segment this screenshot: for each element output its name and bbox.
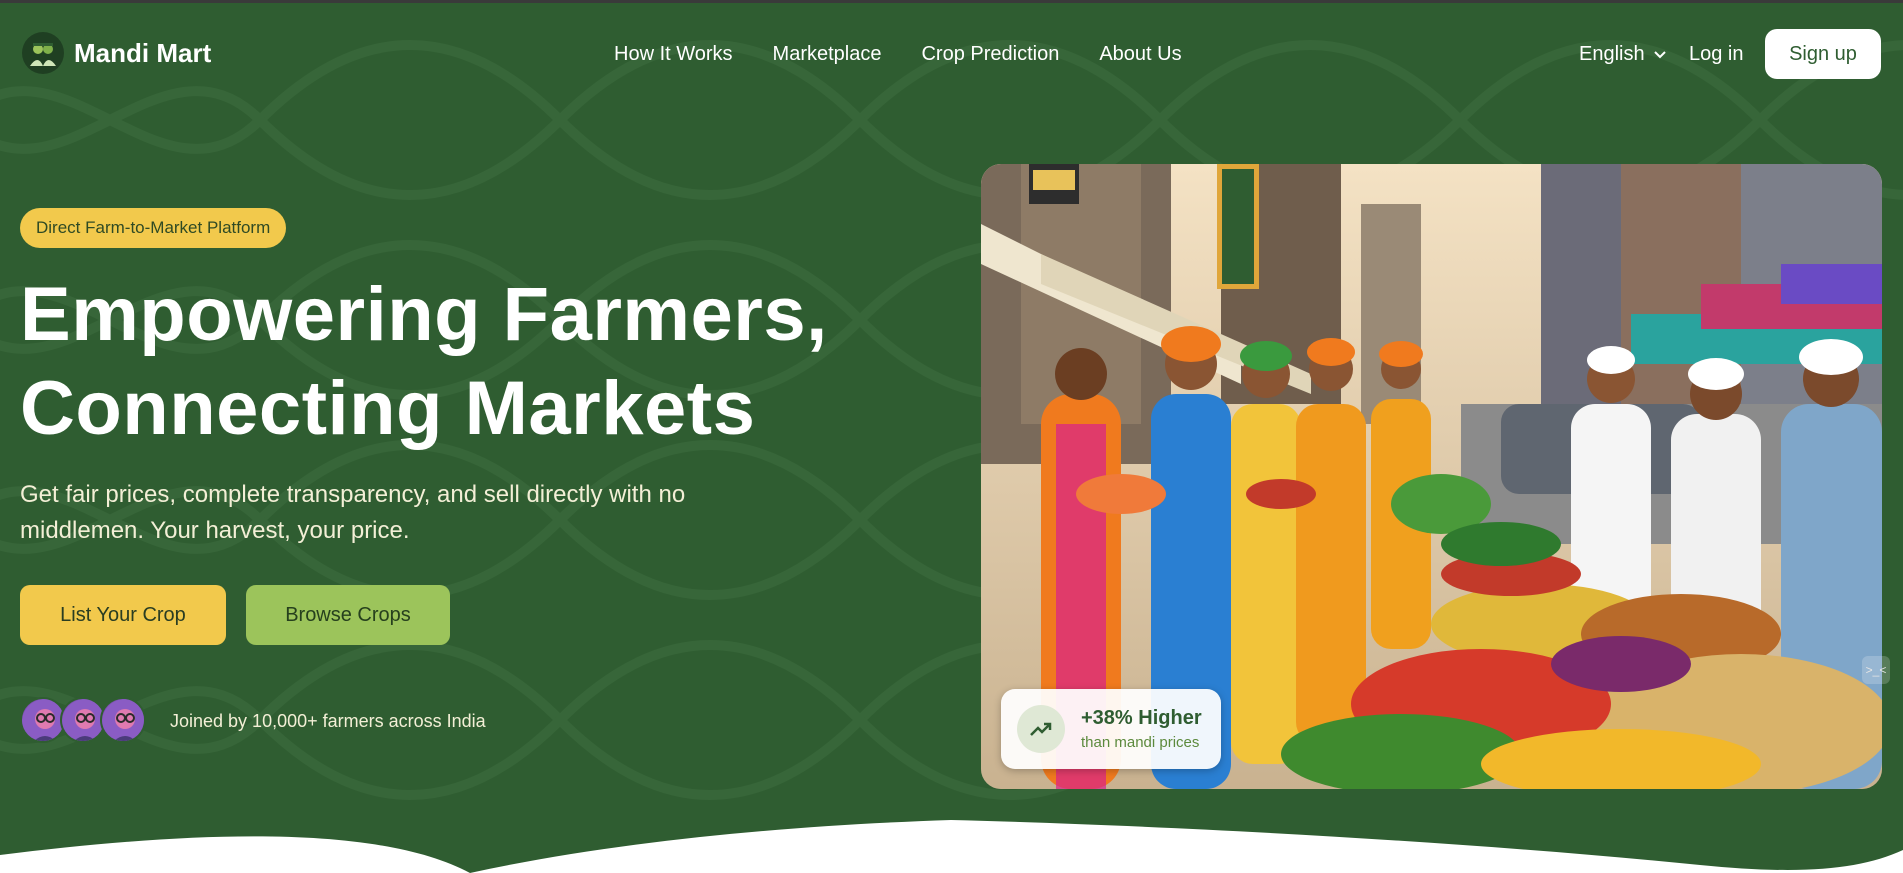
headline-line-2: Connecting Markets: [20, 366, 756, 451]
nav-link-about-us[interactable]: About Us: [1099, 43, 1181, 66]
farmer-logo-icon: [22, 32, 64, 74]
stat-value: +38% Higher: [1081, 707, 1202, 729]
avatar: [100, 697, 146, 743]
nav-links: How It Works Marketplace Crop Prediction…: [614, 43, 1182, 66]
top-navbar: Mandi Mart How It Works Marketplace Crop…: [0, 0, 1903, 110]
side-handle-button[interactable]: >_<: [1862, 656, 1890, 684]
bottom-wave: [0, 820, 1903, 873]
brand[interactable]: Mandi Mart: [22, 32, 211, 74]
nav-link-how-it-works[interactable]: How It Works: [614, 43, 733, 66]
browse-crops-button[interactable]: Browse Crops: [246, 585, 450, 645]
stat-label: than mandi prices: [1081, 734, 1200, 751]
language-selector[interactable]: English: [1579, 43, 1667, 66]
nav-link-crop-prediction[interactable]: Crop Prediction: [921, 43, 1059, 66]
list-your-crop-button[interactable]: List Your Crop: [20, 585, 226, 645]
language-label: English: [1579, 43, 1645, 65]
joined-farmers-text: Joined by 10,000+ farmers across India: [170, 711, 486, 731]
hero-headline: Empowering Farmers, Connecting Markets: [20, 268, 828, 456]
chevron-down-icon: [1653, 50, 1666, 58]
nav-link-marketplace[interactable]: Marketplace: [773, 43, 882, 66]
trending-up-icon: [1017, 705, 1065, 753]
headline-line-1: Empowering Farmers,: [20, 272, 828, 357]
brand-name: Mandi Mart: [74, 37, 212, 68]
platform-badge: Direct Farm-to-Market Platform: [20, 208, 287, 248]
hero-subtext: Get fair prices, complete transparency, …: [20, 481, 686, 544]
login-link[interactable]: Log in: [1689, 43, 1744, 66]
signup-button[interactable]: Sign up: [1765, 29, 1881, 79]
price-stat-card: +38% Higher than mandi prices: [1001, 689, 1221, 769]
